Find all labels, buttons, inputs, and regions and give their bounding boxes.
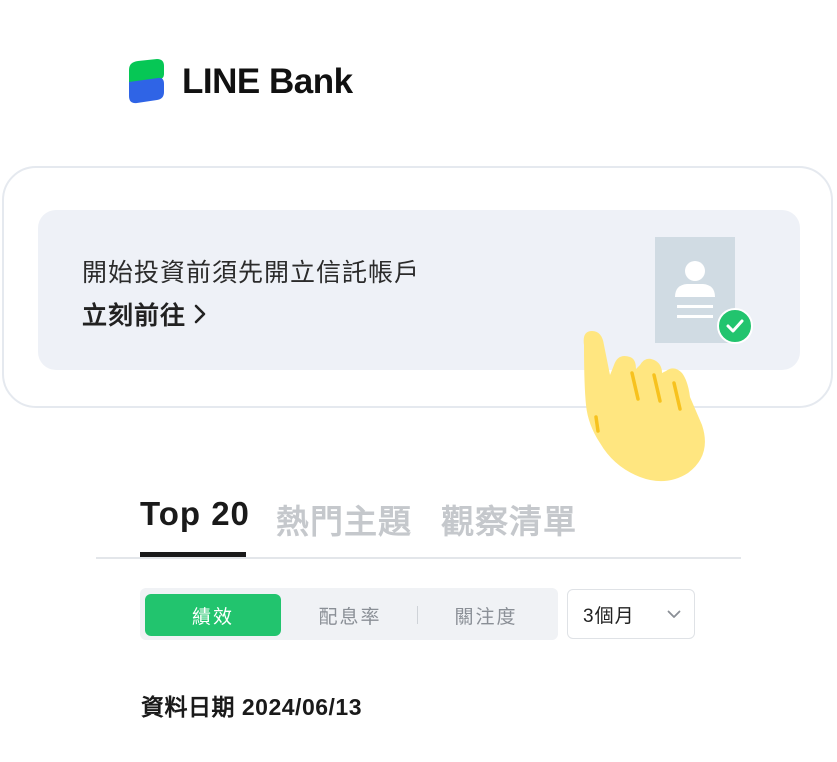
segment-attention[interactable]: 關注度: [426, 594, 546, 636]
segment-divider: [417, 606, 418, 624]
ranking-segmented-control: 績效 配息率 關注度: [140, 588, 558, 640]
active-tab-indicator: [140, 552, 246, 557]
chevron-down-icon: [667, 610, 681, 618]
pointing-hand-icon: [583, 331, 705, 482]
go-now-label: 立刻前往: [82, 302, 187, 330]
banner-title: 開始投資前須先開立信託帳戶: [82, 259, 421, 287]
data-date: 資料日期 2024/06/13: [141, 694, 363, 720]
line-bank-logo-icon: [129, 59, 164, 104]
segment-dividend-yield[interactable]: 配息率: [290, 594, 410, 636]
line-bank-logo: LINE Bank: [127, 58, 353, 106]
tab-bar: Top 20 熱門主題 觀察清單: [96, 495, 741, 559]
period-select-value: 3個月: [583, 605, 635, 627]
tab-hot-topics[interactable]: 熱門主題: [276, 495, 412, 543]
brand-name: LINE Bank: [182, 62, 353, 101]
check-circle-icon: [717, 308, 753, 344]
segment-performance[interactable]: 績效: [145, 594, 281, 636]
chevron-right-icon: [194, 304, 206, 324]
tab-watchlist[interactable]: 觀察清單: [441, 495, 577, 543]
go-now-link[interactable]: 立刻前往: [82, 296, 206, 332]
period-select[interactable]: 3個月: [567, 589, 695, 639]
tab-top-20[interactable]: Top 20: [140, 495, 250, 533]
